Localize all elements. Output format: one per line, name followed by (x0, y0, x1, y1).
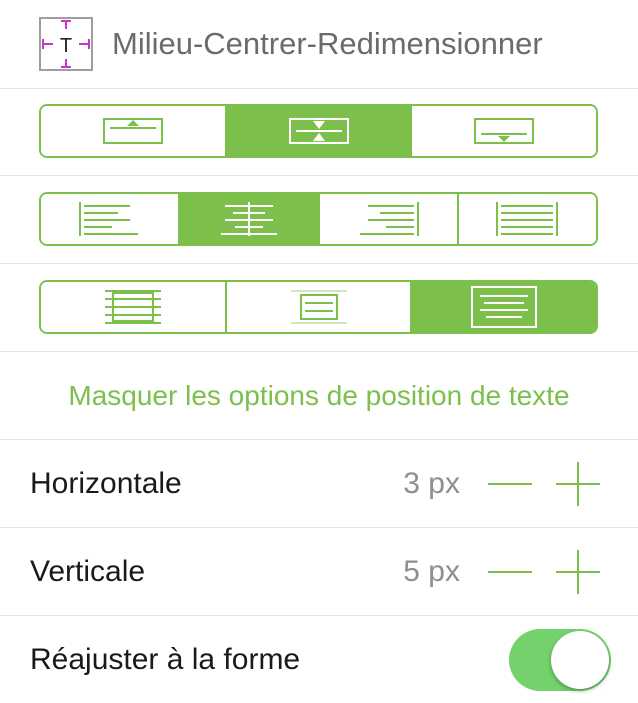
divider (0, 439, 638, 440)
header: T Milieu-Centrer-Redimensionner (0, 0, 638, 88)
align-bottom-icon (474, 118, 535, 144)
text-fit-control (39, 280, 598, 334)
vertical-value: 5 px (403, 555, 460, 588)
vertical-label: Verticale (30, 555, 146, 588)
horizontal-increment-button[interactable] (556, 462, 600, 506)
svg-text:T: T (60, 35, 72, 57)
divider (0, 88, 638, 89)
fit-to-shape-label: Réajuster à la forme (30, 643, 301, 676)
align-top-icon (102, 118, 163, 144)
vertical-align-control (39, 104, 598, 158)
align-center-button[interactable] (178, 194, 318, 244)
toggle-knob (551, 631, 609, 689)
hide-text-position-options-link[interactable]: Masquer les options de position de texte (0, 376, 638, 416)
horizontal-align-control (39, 192, 598, 246)
align-center-icon (220, 202, 277, 236)
divider (0, 263, 638, 264)
vertical-increment-button[interactable] (556, 550, 600, 594)
align-left-icon (78, 202, 138, 236)
text-fit-button[interactable] (410, 282, 596, 332)
align-justify-button[interactable] (456, 194, 596, 244)
align-justify-icon (496, 202, 559, 236)
horizontal-decrement-button[interactable] (488, 462, 532, 506)
divider (0, 351, 638, 352)
text-overflow-icon (104, 290, 161, 324)
align-right-icon (360, 202, 420, 236)
page-title: Milieu-Centrer-Redimensionner (112, 26, 543, 61)
align-top-button[interactable] (41, 106, 225, 156)
divider (0, 175, 638, 176)
horizontal-label: Horizontale (30, 467, 182, 500)
align-bottom-button[interactable] (410, 106, 596, 156)
text-center-resize-icon: T (39, 17, 93, 71)
text-overflow-button[interactable] (41, 282, 225, 332)
text-clip-icon (290, 290, 347, 324)
align-right-button[interactable] (317, 194, 457, 244)
horizontal-value: 3 px (403, 467, 460, 500)
text-clip-button[interactable] (224, 282, 411, 332)
align-left-button[interactable] (41, 194, 179, 244)
vertical-decrement-button[interactable] (488, 550, 532, 594)
align-middle-button[interactable] (224, 106, 411, 156)
divider (0, 527, 638, 528)
divider (0, 615, 638, 616)
align-middle-icon (288, 118, 349, 144)
fit-to-shape-toggle[interactable] (509, 629, 611, 691)
text-fit-icon (471, 286, 538, 328)
